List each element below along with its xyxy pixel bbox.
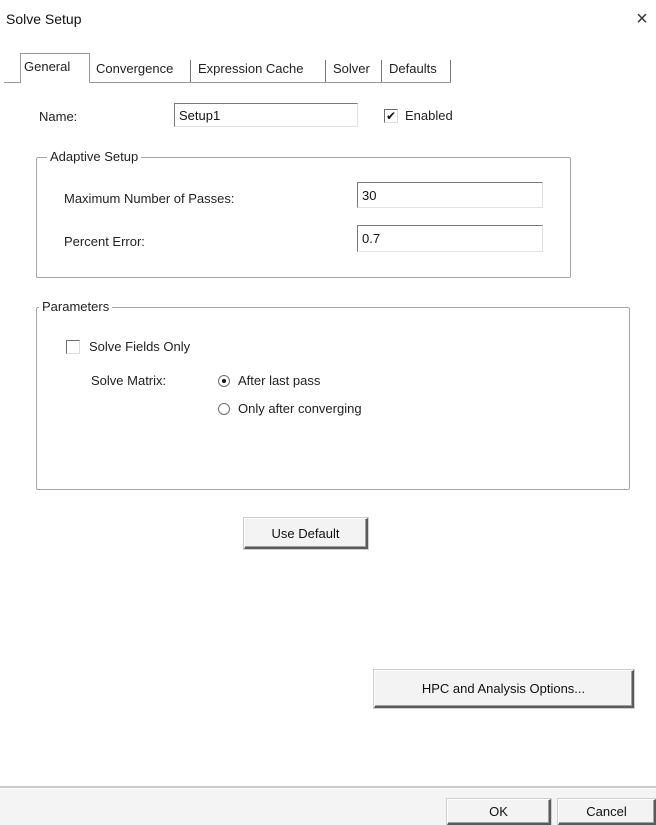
cancel-button[interactable]: Cancel xyxy=(558,799,656,825)
adaptive-setup-title: Adaptive Setup xyxy=(47,149,142,164)
tab-separator xyxy=(450,60,451,82)
tab-strip-border xyxy=(4,82,20,83)
name-label: Name: xyxy=(39,109,78,124)
solve-matrix-label: Solve Matrix: xyxy=(91,373,167,388)
ok-button[interactable]: OK xyxy=(447,799,551,825)
percent-error-input[interactable] xyxy=(357,225,543,252)
tab-strip-border xyxy=(89,82,451,83)
radio-selected-dot xyxy=(222,379,226,383)
radio-after-last-pass-label: After last pass xyxy=(238,373,321,388)
tab-separator xyxy=(325,60,326,82)
solve-fields-only-checkbox[interactable] xyxy=(66,340,80,354)
radio-only-after-converging[interactable] xyxy=(218,403,230,415)
tab-separator xyxy=(381,60,382,82)
name-input[interactable] xyxy=(174,103,358,127)
adaptive-setup-group xyxy=(36,157,571,278)
tab-expression-cache[interactable]: Expression Cache xyxy=(194,57,308,81)
title-bar xyxy=(0,0,656,40)
enabled-label: Enabled xyxy=(405,108,453,123)
window-title: Solve Setup xyxy=(6,11,82,27)
radio-only-after-converging-label: Only after converging xyxy=(238,401,362,416)
parameters-title: Parameters xyxy=(39,299,113,314)
max-passes-input[interactable] xyxy=(357,182,543,208)
tab-separator xyxy=(190,60,191,82)
radio-after-last-pass[interactable] xyxy=(218,375,230,387)
tab-convergence[interactable]: Convergence xyxy=(92,57,177,81)
tab-defaults[interactable]: Defaults xyxy=(385,57,441,81)
use-default-button[interactable]: Use Default xyxy=(244,518,368,549)
tab-general[interactable]: General xyxy=(20,55,74,79)
close-icon[interactable]: × xyxy=(628,4,656,34)
percent-error-label: Percent Error: xyxy=(64,234,145,249)
hpc-analysis-options-button[interactable]: HPC and Analysis Options... xyxy=(374,670,634,708)
parameters-group xyxy=(36,307,630,490)
tab-solver[interactable]: Solver xyxy=(329,57,374,81)
solve-fields-only-label: Solve Fields Only xyxy=(89,339,191,354)
max-passes-label: Maximum Number of Passes: xyxy=(64,191,235,206)
enabled-checkbox[interactable]: ✔ xyxy=(384,109,398,123)
